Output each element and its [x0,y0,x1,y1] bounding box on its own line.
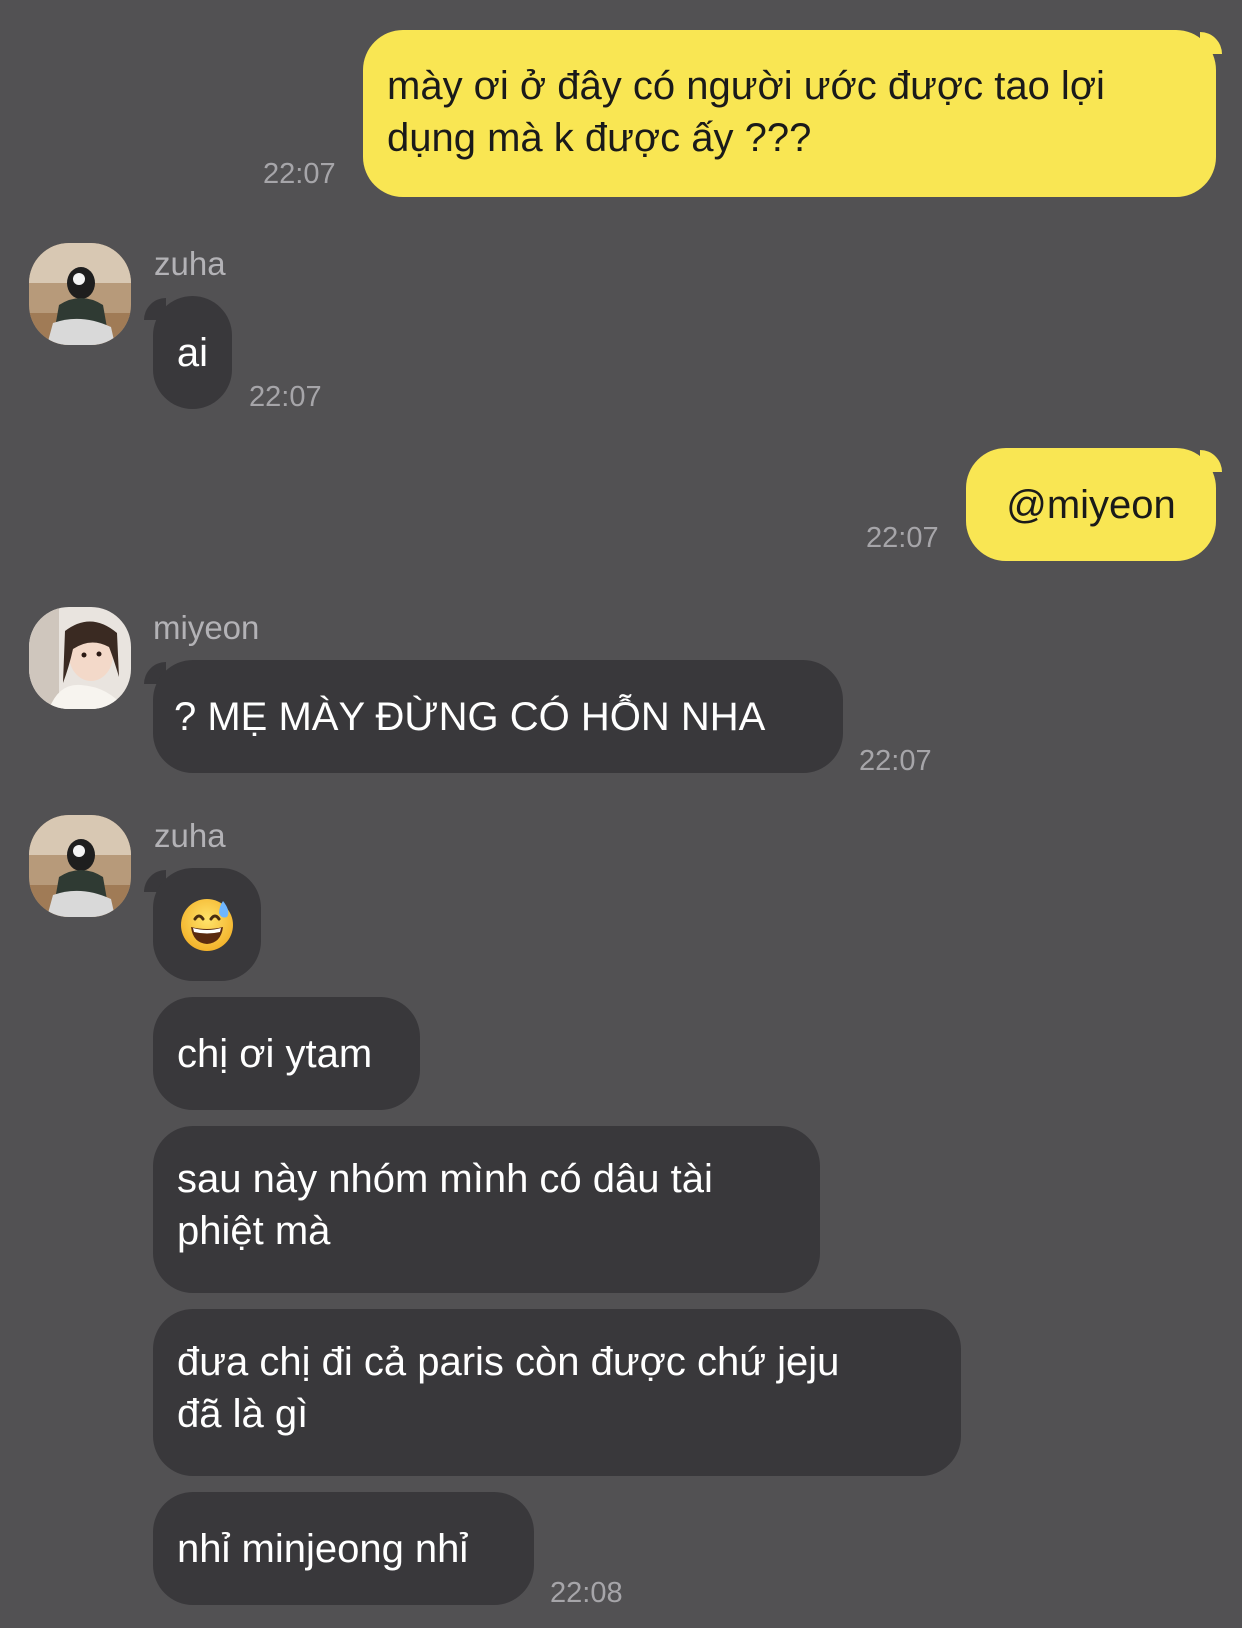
message-timestamp: 22:07 [866,522,939,554]
zuha-avatar-image [29,815,131,917]
incoming-message-bubble[interactable]: nhỉ minjeong nhỉ [153,1492,534,1605]
message-timestamp: 22:07 [859,745,932,777]
message-text-line: sau này nhóm mình có dâu tài [177,1157,713,1201]
message-text-line: mày ơi ở đây có người ước được tao lợi [387,64,1105,108]
message-timestamp: 22:07 [249,381,322,413]
message-text-line: đưa chị đi cả paris còn được chứ jeju [177,1340,840,1384]
miyeon-avatar-image [29,607,131,709]
chat-transcript: 22:07 mày ơi ở đây có người ước được tao… [0,0,1242,1628]
message-text-line: đã là gì [177,1392,309,1436]
message-text-line: phiệt mà [177,1209,331,1253]
message-text: đưa chị đi cả paris còn được chứ jeju đã… [177,1336,839,1440]
grinning-face-with-sweat-emoji [181,898,233,951]
message-text: nhỉ minjeong nhỉ [177,1526,469,1571]
message-text: @miyeon [1006,482,1176,527]
outgoing-message-bubble[interactable]: @miyeon [966,448,1216,561]
message-text-line: dụng mà k được ấy ??? [387,116,812,160]
miyeon-avatar[interactable] [29,607,131,709]
incoming-message-bubble[interactable]: ai [153,296,232,409]
message-timestamp: 22:08 [550,1577,623,1609]
zuha-avatar[interactable] [29,243,131,345]
zuha-avatar[interactable] [29,815,131,917]
outgoing-message-bubble[interactable]: mày ơi ở đây có người ước được tao lợi d… [363,30,1216,197]
sender-name: miyeon [153,609,260,646]
message-timestamp: 22:07 [263,158,336,190]
sender-name: zuha [154,245,226,282]
message-text: chị ơi ytam [177,1031,373,1076]
incoming-message-bubble[interactable]: đưa chị đi cả paris còn được chứ jeju đã… [153,1309,961,1476]
zuha-avatar-image [29,243,131,345]
incoming-emoji-bubble[interactable] [153,868,261,981]
message-text: ai [176,330,209,375]
incoming-message-bubble[interactable]: sau này nhóm mình có dâu tài phiệt mà [153,1126,820,1293]
message-text: ? MẸ MÀY ĐỪNG CÓ HỖN NHA [174,694,766,739]
incoming-message-bubble[interactable]: chị ơi ytam [153,997,420,1110]
message-text: mày ơi ở đây có người ước được tao lợi d… [387,60,1105,164]
message-text: sau này nhóm mình có dâu tài phiệt mà [177,1153,713,1257]
sender-name: zuha [154,817,226,854]
incoming-message-bubble[interactable]: ? MẸ MÀY ĐỪNG CÓ HỖN NHA [153,660,843,773]
